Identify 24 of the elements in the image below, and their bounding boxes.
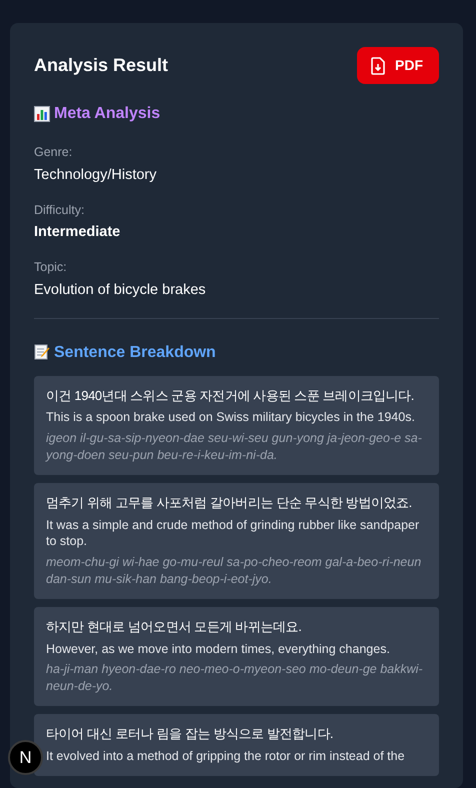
korean-sentence: 타이어 대신 로터나 림을 잡는 방식으로 발전합니다.	[46, 725, 334, 744]
romanization: meom-chu-gi wi-hae go-mu-reul sa-po-cheo-reom gal-a-beo-ri-neun dan-sun mu-sik-han bang-beop-i-eot-jyo.	[46, 554, 422, 588]
romanization: ha-ji-man hyeon-dae-ro neo-meo-o-myeon-seo mo-deun-ge bakkwi-neun-de-yo.	[46, 661, 424, 696]
field-label: Difficulty:	[34, 202, 86, 219]
bar-chart-icon	[34, 106, 50, 122]
english-translation: It was a simple and crude method of grinding rubber like sandpaper to stop.	[46, 516, 420, 550]
field-value: Technology/History	[34, 166, 158, 185]
korean-sentence: 멈추기 위해 고무를 사포처럼 갈아버리는 단순 무식한 방법이었죠.	[46, 494, 413, 512]
field-label: Topic:	[34, 259, 68, 276]
romanization: igeon il-gu-sa-sip-nyeon-dae seu-wi-seu gun-yong ja-jeon-geo-e sa-yong-doen seu-pun beu-re-i-keu-im-ni-da.	[46, 430, 423, 464]
field-value: Intermediate	[34, 223, 122, 242]
english-translation: However, as we move into modern times, everything changes.	[46, 640, 391, 658]
field-value: Evolution of bicycle brakes	[34, 280, 207, 300]
section-heading: Meta Analysis	[34, 104, 439, 124]
english-translation: This is a spoon brake used on Swiss military bicycles in the 1940s.	[46, 409, 416, 426]
korean-sentence: 이건 1940년대 스위스 군용 자전거에 사용된 스푼 브레이크입니다.	[46, 386, 416, 405]
korean-sentence: 하지만 현대로 넘어오면서 모든게 바뀌는데요.	[46, 618, 302, 636]
memo-icon	[34, 344, 50, 360]
english-translation: It evolved into a method of gripping the rotor or rim instead of the	[46, 748, 406, 764]
file-download-icon	[371, 56, 385, 74]
pdf-download-button[interactable]: PDF	[357, 47, 439, 84]
page-title: Analysis Result	[34, 54, 168, 76]
section-heading: Sentence Breakdown	[34, 342, 439, 362]
field-label: Genre:	[34, 144, 74, 162]
